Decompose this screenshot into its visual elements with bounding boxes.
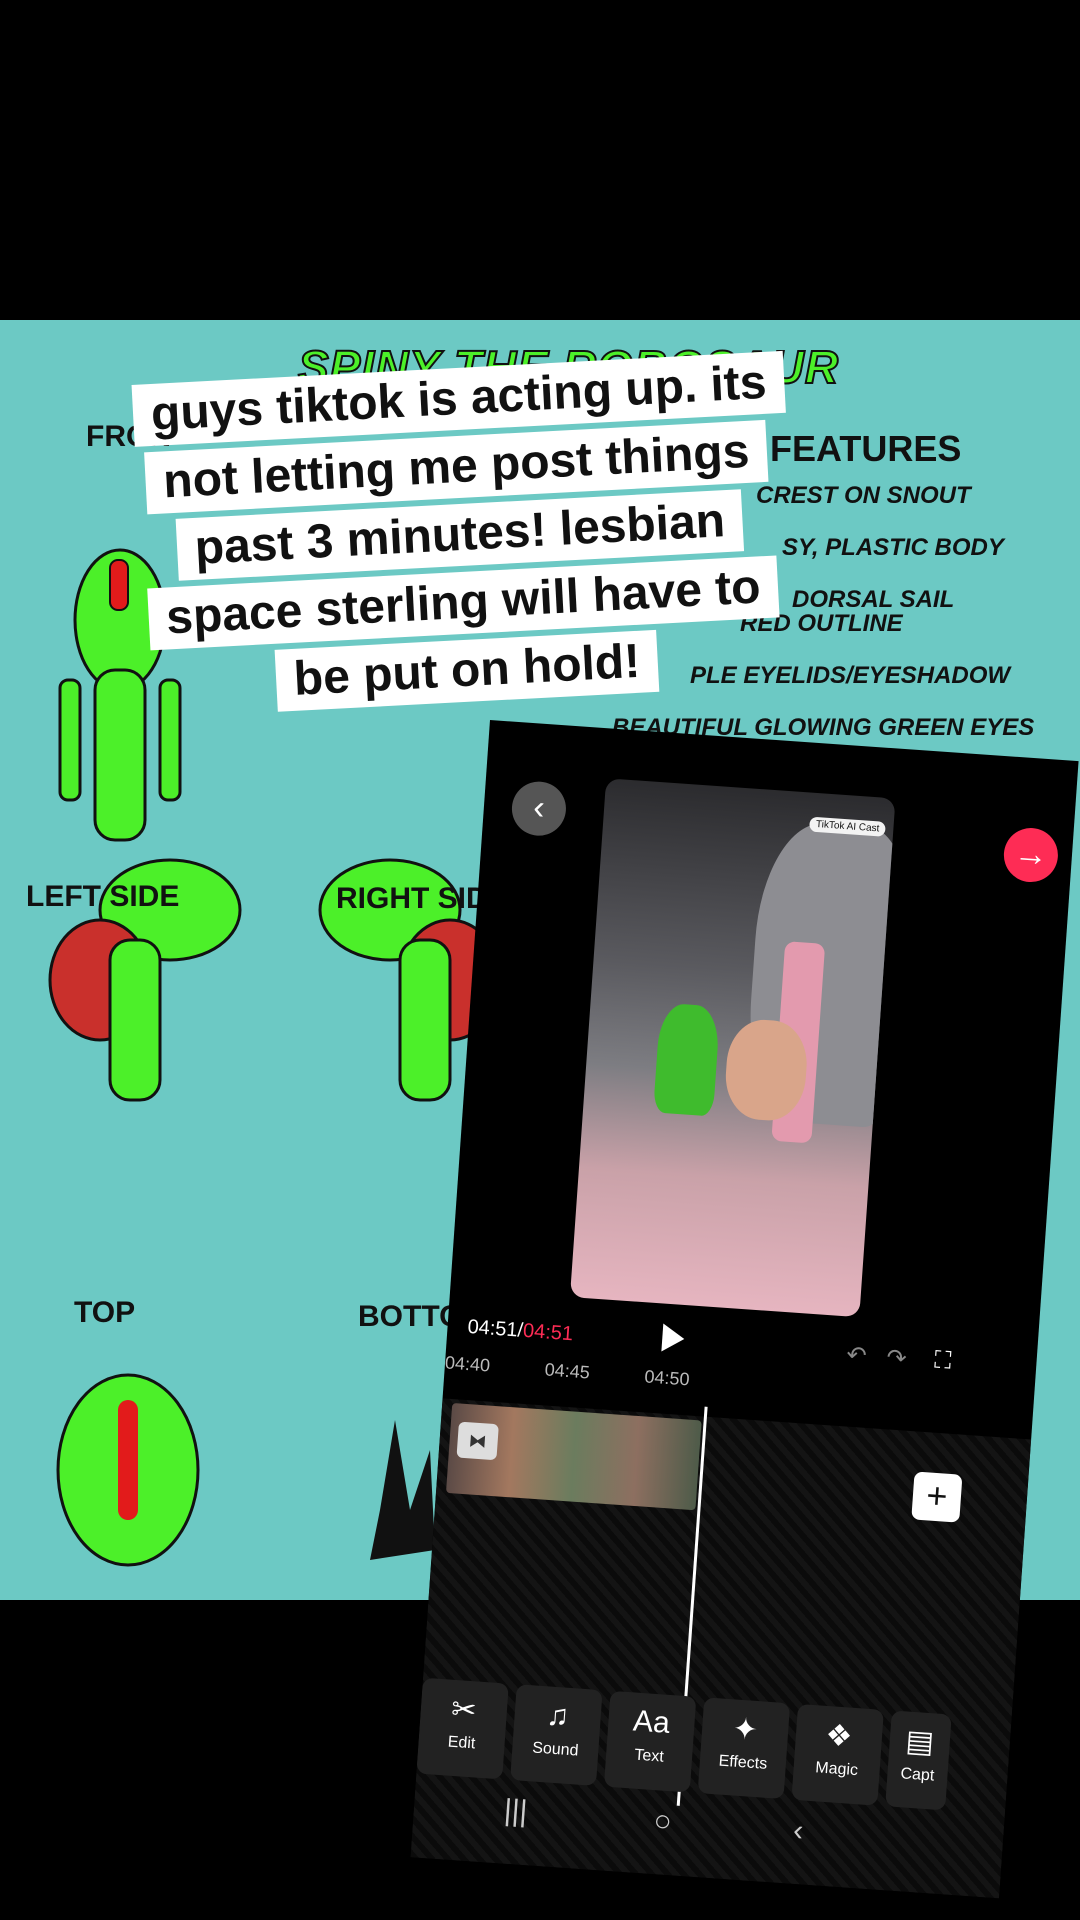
tool-edit[interactable]: ✂ Edit	[416, 1677, 509, 1780]
ruler-tick: 04:40	[444, 1352, 491, 1376]
video-preview[interactable]: TikTok AI Cast	[569, 778, 896, 1318]
total-time: 04:51	[522, 1319, 574, 1346]
current-time: 04:51	[466, 1315, 519, 1342]
chevron-left-icon[interactable]: ‹	[510, 779, 568, 838]
playback-time: 04:51/04:51	[466, 1315, 574, 1346]
scissors-icon: ✂	[450, 1692, 478, 1728]
home-icon[interactable]: ○	[652, 1804, 672, 1839]
undo-icon[interactable]: ↶	[846, 1340, 868, 1370]
arrow-right-icon[interactable]: →	[1002, 826, 1060, 884]
feature-item: SY, PLASTIC BODY	[782, 534, 1004, 561]
video-editor-screenshot: ‹ → TikTok AI Cast 04:51/04:51 ↶ ↷ ⛶ 04:…	[410, 720, 1079, 1899]
tool-captions[interactable]: ▤ Capt	[885, 1710, 952, 1811]
add-clip-button[interactable]: +	[911, 1471, 963, 1523]
tool-magic[interactable]: ❖ Magic	[791, 1703, 884, 1806]
redo-icon[interactable]: ↷	[885, 1343, 908, 1373]
dinosaur-figure	[653, 1002, 721, 1117]
magic-icon: ❖	[824, 1718, 854, 1754]
music-note-icon: ♫	[545, 1698, 571, 1733]
sparkle-icon: ✦	[731, 1712, 759, 1748]
tool-label: Text	[633, 1746, 665, 1766]
transition-icon[interactable]: ⧓	[456, 1421, 499, 1461]
caption-line: be put on hold!	[274, 629, 660, 712]
ruler-tick: 04:45	[544, 1359, 591, 1383]
top-bottom-drawings	[56, 1373, 435, 1567]
fullscreen-icon[interactable]: ⛶	[933, 1347, 952, 1376]
tool-label: Capt	[899, 1765, 935, 1785]
tool-sound[interactable]: ♫ Sound	[510, 1684, 603, 1786]
recent-apps-icon[interactable]: |||	[503, 1794, 529, 1830]
view-label-top: TOP	[74, 1296, 136, 1329]
overlay-caption: guys tiktok is acting up. its not lettin…	[131, 350, 789, 724]
feature-item: CREST ON SNOUT	[756, 482, 971, 509]
tool-label: Sound	[531, 1739, 580, 1760]
tool-label: Edit	[447, 1733, 476, 1753]
tool-label: Effects	[718, 1752, 768, 1773]
view-label-left: LEFT SIDE	[26, 880, 180, 913]
tool-label: Magic	[814, 1759, 859, 1780]
captions-icon: ▤	[904, 1724, 936, 1760]
play-icon[interactable]	[661, 1323, 686, 1354]
tool-text[interactable]: Aa Text	[603, 1690, 697, 1793]
tool-effects[interactable]: ✦ Effects	[697, 1697, 791, 1800]
features-title: FEATURES	[770, 428, 962, 469]
text-icon: Aa	[632, 1704, 671, 1740]
top-letterbox	[0, 0, 1080, 320]
ruler-tick: 04:50	[643, 1366, 691, 1390]
